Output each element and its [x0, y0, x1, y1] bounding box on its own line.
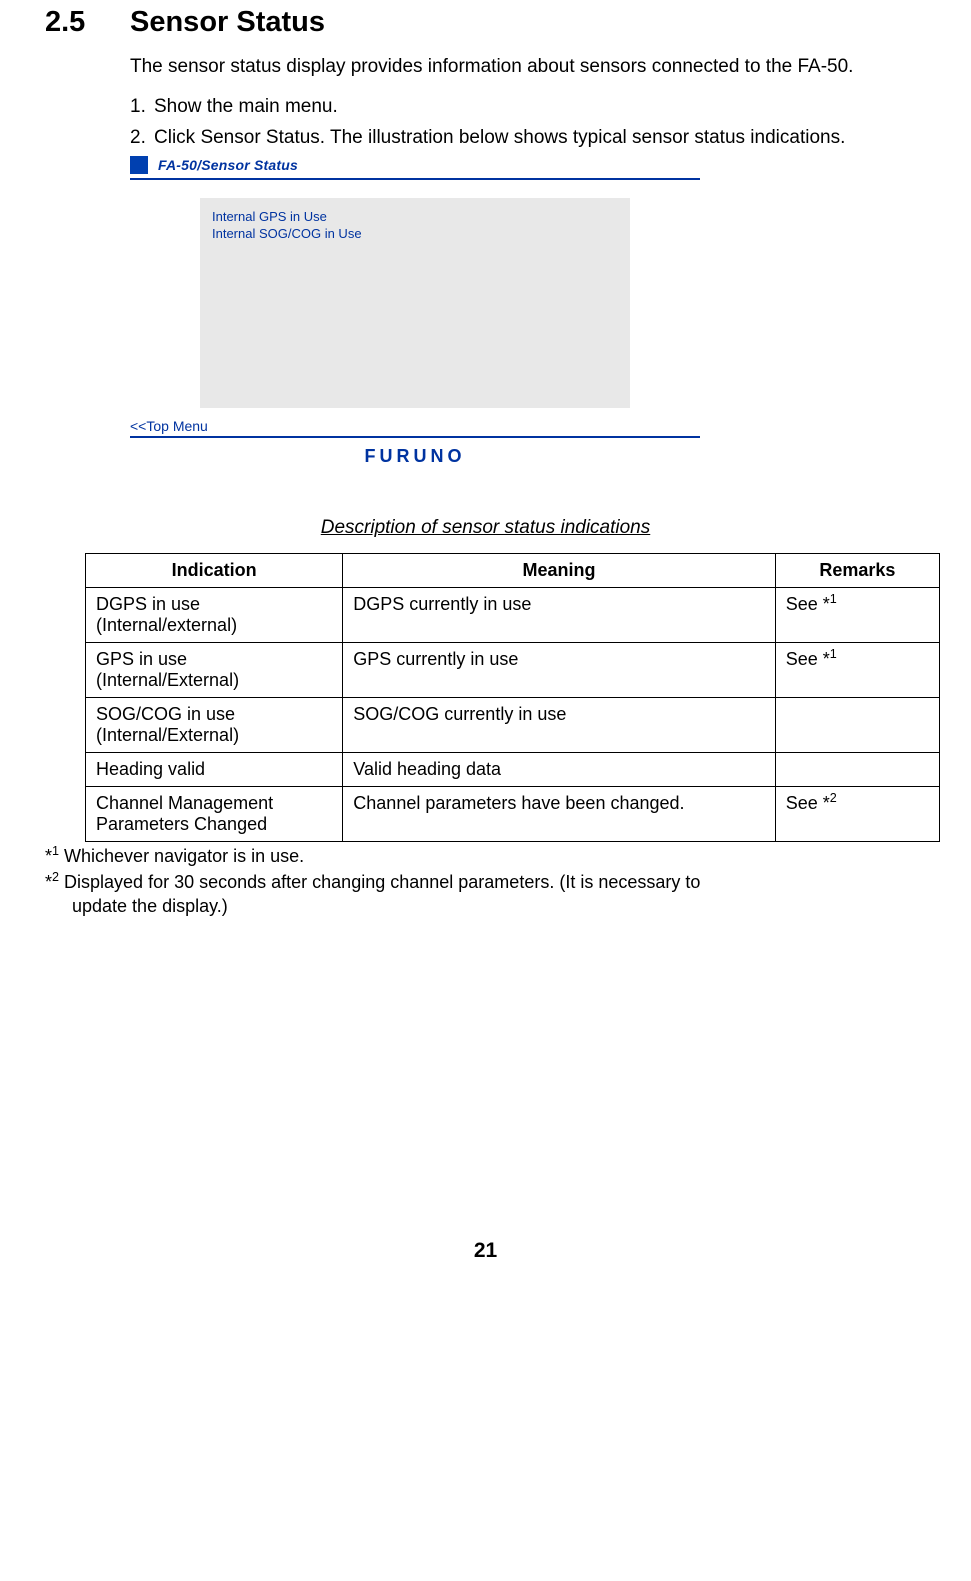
step-1-num: 1.: [130, 93, 154, 121]
intro-text: The sensor status display provides infor…: [130, 53, 926, 81]
screenshot-title-text: FA-50/Sensor Status: [158, 157, 298, 173]
cell-remarks: [775, 752, 939, 786]
footnote: *2 Displayed for 30 seconds after changi…: [45, 870, 926, 919]
th-meaning: Meaning: [343, 553, 775, 587]
table-row: DGPS in use(Internal/external)DGPS curre…: [86, 587, 940, 642]
cell-indication: Heading valid: [86, 752, 343, 786]
cell-remarks: See *2: [775, 786, 939, 841]
cell-remarks: See *1: [775, 587, 939, 642]
cell-meaning: DGPS currently in use: [343, 587, 775, 642]
furuno-logo-text: FURUNO: [365, 446, 466, 466]
cell-indication: Channel Management Parameters Changed: [86, 786, 343, 841]
furuno-logo: FURUNO: [130, 446, 700, 467]
divider: [130, 436, 700, 438]
table-row: Channel Management Parameters ChangedCha…: [86, 786, 940, 841]
cell-indication: SOG/COG in use(Internal/External): [86, 697, 343, 752]
top-menu-link[interactable]: <<Top Menu: [130, 418, 700, 434]
table-row: GPS in use(Internal/External)GPS current…: [86, 642, 940, 697]
step-1: 1.Show the main menu.: [130, 93, 926, 121]
table-row: SOG/COG in use(Internal/External)SOG/COG…: [86, 697, 940, 752]
section-title: Sensor Status: [130, 6, 325, 38]
section-header: 2.5Sensor Status: [45, 6, 926, 39]
table-header-row: Indication Meaning Remarks: [86, 553, 940, 587]
cell-meaning: Channel parameters have been changed.: [343, 786, 775, 841]
footnote: *1 Whichever navigator is in use.: [45, 844, 926, 868]
cell-indication: DGPS in use(Internal/external): [86, 587, 343, 642]
cell-meaning: GPS currently in use: [343, 642, 775, 697]
status-area: Internal GPS in Use Internal SOG/COG in …: [200, 198, 630, 408]
th-remarks: Remarks: [775, 553, 939, 587]
section-number: 2.5: [45, 6, 130, 39]
table-row: Heading validValid heading data: [86, 752, 940, 786]
cell-meaning: SOG/COG currently in use: [343, 697, 775, 752]
step-2-num: 2.: [130, 124, 154, 152]
step-2: 2.Click Sensor Status. The illustration …: [130, 124, 926, 152]
screenshot-title-bar: FA-50/Sensor Status: [130, 156, 700, 180]
step-1-text: Show the main menu.: [154, 96, 338, 117]
page-number: 21: [45, 1239, 926, 1263]
logo-square-icon: [130, 156, 148, 174]
cell-remarks: [775, 697, 939, 752]
cell-indication: GPS in use(Internal/External): [86, 642, 343, 697]
th-indication: Indication: [86, 553, 343, 587]
cell-remarks: See *1: [775, 642, 939, 697]
step-2-text: Click Sensor Status. The illustration be…: [154, 127, 845, 148]
status-line-2: Internal SOG/COG in Use: [212, 225, 618, 243]
sensor-status-screenshot: FA-50/Sensor Status Internal GPS in Use …: [130, 156, 700, 467]
cell-meaning: Valid heading data: [343, 752, 775, 786]
status-line-1: Internal GPS in Use: [212, 208, 618, 226]
table-caption: Description of sensor status indications: [45, 517, 926, 539]
sensor-status-table: Indication Meaning Remarks DGPS in use(I…: [85, 553, 940, 842]
